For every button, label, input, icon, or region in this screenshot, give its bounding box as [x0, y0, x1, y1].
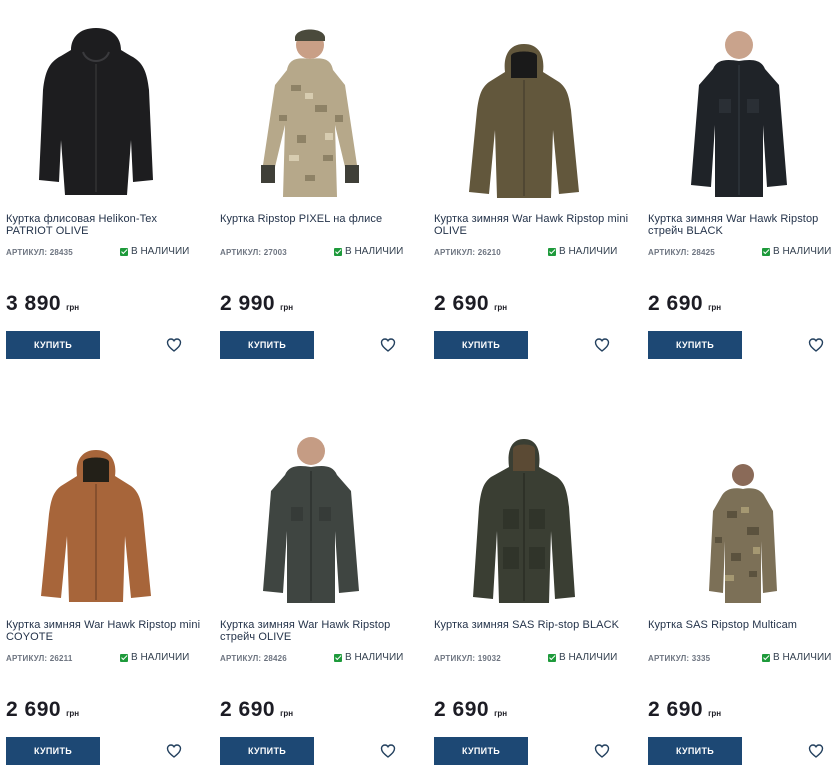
product-price: 2 690 грн — [434, 292, 507, 316]
product-title[interactable]: Куртка зимняя SAS Rip-stop BLACK — [434, 619, 630, 631]
product-price: 3 890 грн — [6, 292, 79, 316]
check-icon — [334, 653, 342, 662]
product-sku: АРТИКУЛ: 26210 — [434, 248, 501, 257]
product-photo[interactable] — [434, 416, 614, 606]
product-photo[interactable] — [434, 10, 614, 200]
buy-button[interactable]: КУПИТЬ — [434, 331, 528, 359]
buy-button[interactable]: КУПИТЬ — [648, 737, 742, 765]
stock-status: В НАЛИЧИИ — [548, 652, 617, 663]
buy-button[interactable]: КУПИТЬ — [6, 737, 100, 765]
price-currency: грн — [66, 709, 80, 718]
product-card: Куртка зимняя War Hawk Ripstop стрейч OL… — [214, 406, 414, 776]
check-icon — [762, 653, 770, 662]
product-sku: АРТИКУЛ: 28426 — [220, 654, 287, 663]
product-sku: АРТИКУЛ: 3335 — [648, 654, 711, 663]
product-photo[interactable] — [648, 10, 828, 200]
heart-icon[interactable] — [166, 743, 182, 759]
buy-button[interactable]: КУПИТЬ — [434, 737, 528, 765]
check-icon — [120, 653, 128, 662]
product-photo[interactable] — [220, 10, 400, 200]
stock-label: В НАЛИЧИИ — [131, 652, 190, 663]
price-value: 2 990 — [220, 292, 276, 315]
stock-label: В НАЛИЧИИ — [559, 652, 618, 663]
product-price: 2 690 грн — [648, 698, 721, 722]
price-value: 2 690 — [434, 292, 490, 315]
stock-status: В НАЛИЧИИ — [120, 246, 189, 257]
product-price: 2 690 грн — [648, 292, 721, 316]
product-photo[interactable] — [6, 416, 186, 606]
stock-status: В НАЛИЧИИ — [762, 246, 831, 257]
product-sku: АРТИКУЛ: 19032 — [434, 654, 501, 663]
product-sku: АРТИКУЛ: 26211 — [6, 654, 73, 663]
check-icon — [548, 653, 556, 662]
stock-label: В НАЛИЧИИ — [773, 652, 832, 663]
price-value: 2 690 — [434, 698, 490, 721]
price-currency: грн — [494, 303, 508, 312]
product-price: 2 690 грн — [6, 698, 79, 722]
price-currency: грн — [66, 303, 80, 312]
stock-status: В НАЛИЧИИ — [334, 246, 403, 257]
check-icon — [334, 247, 342, 256]
product-price: 2 690 грн — [220, 698, 293, 722]
product-photo[interactable] — [220, 416, 400, 606]
price-value: 2 690 — [648, 292, 704, 315]
stock-status: В НАЛИЧИИ — [334, 652, 403, 663]
price-currency: грн — [494, 709, 508, 718]
product-sku: АРТИКУЛ: 28435 — [6, 248, 73, 257]
price-value: 2 690 — [6, 698, 62, 721]
buy-button[interactable]: КУПИТЬ — [220, 331, 314, 359]
product-title[interactable]: Куртка SAS Ripstop Multicam — [648, 619, 836, 631]
check-icon — [120, 247, 128, 256]
heart-icon[interactable] — [594, 743, 610, 759]
price-value: 2 690 — [220, 698, 276, 721]
product-card: Куртка зимняя SAS Rip-stop BLACK АРТИКУЛ… — [428, 406, 628, 776]
stock-label: В НАЛИЧИИ — [559, 246, 618, 257]
product-photo[interactable] — [648, 416, 828, 606]
stock-label: В НАЛИЧИИ — [345, 652, 404, 663]
buy-button[interactable]: КУПИТЬ — [648, 331, 742, 359]
price-currency: грн — [708, 303, 722, 312]
stock-label: В НАЛИЧИИ — [131, 246, 190, 257]
heart-icon[interactable] — [808, 743, 824, 759]
product-price: 2 690 грн — [434, 698, 507, 722]
price-value: 2 690 — [648, 698, 704, 721]
check-icon — [548, 247, 556, 256]
stock-status: В НАЛИЧИИ — [548, 246, 617, 257]
price-value: 3 890 — [6, 292, 62, 315]
product-title[interactable]: Куртка зимняя War Hawk Ripstop mini OLIV… — [434, 213, 630, 237]
product-title[interactable]: Куртка зимняя War Hawk Ripstop стрейч OL… — [220, 619, 416, 643]
price-currency: грн — [280, 709, 294, 718]
heart-icon[interactable] — [594, 337, 610, 353]
heart-icon[interactable] — [808, 337, 824, 353]
heart-icon[interactable] — [380, 337, 396, 353]
product-sku: АРТИКУЛ: 27003 — [220, 248, 287, 257]
product-card: Куртка Ripstop PIXEL на флисе АРТИКУЛ: 2… — [214, 0, 414, 370]
product-title[interactable]: Куртка зимняя War Hawk Ripstop mini COYO… — [6, 619, 202, 643]
heart-icon[interactable] — [380, 743, 396, 759]
product-card: Куртка зимняя War Hawk Ripstop mini OLIV… — [428, 0, 628, 370]
product-card: Куртка флисовая Helikon-Tex PATRIOT OLIV… — [0, 0, 200, 370]
heart-icon[interactable] — [166, 337, 182, 353]
buy-button[interactable]: КУПИТЬ — [6, 331, 100, 359]
stock-label: В НАЛИЧИИ — [773, 246, 832, 257]
buy-button[interactable]: КУПИТЬ — [220, 737, 314, 765]
price-currency: грн — [280, 303, 294, 312]
product-title[interactable]: Куртка зимняя War Hawk Ripstop стрейч BL… — [648, 213, 836, 237]
product-card: Куртка зимняя War Hawk Ripstop стрейч BL… — [642, 0, 836, 370]
stock-status: В НАЛИЧИИ — [762, 652, 831, 663]
product-card: Куртка зимняя War Hawk Ripstop mini COYO… — [0, 406, 200, 776]
product-grid: Куртка флисовая Helikon-Tex PATRIOT OLIV… — [0, 0, 836, 768]
product-card: Куртка SAS Ripstop Multicam АРТИКУЛ: 333… — [642, 406, 836, 776]
stock-status: В НАЛИЧИИ — [120, 652, 189, 663]
product-sku: АРТИКУЛ: 28425 — [648, 248, 715, 257]
product-price: 2 990 грн — [220, 292, 293, 316]
product-title[interactable]: Куртка флисовая Helikon-Tex PATRIOT OLIV… — [6, 213, 202, 237]
stock-label: В НАЛИЧИИ — [345, 246, 404, 257]
price-currency: грн — [708, 709, 722, 718]
product-photo[interactable] — [6, 10, 186, 200]
product-title[interactable]: Куртка Ripstop PIXEL на флисе — [220, 213, 416, 225]
check-icon — [762, 247, 770, 256]
